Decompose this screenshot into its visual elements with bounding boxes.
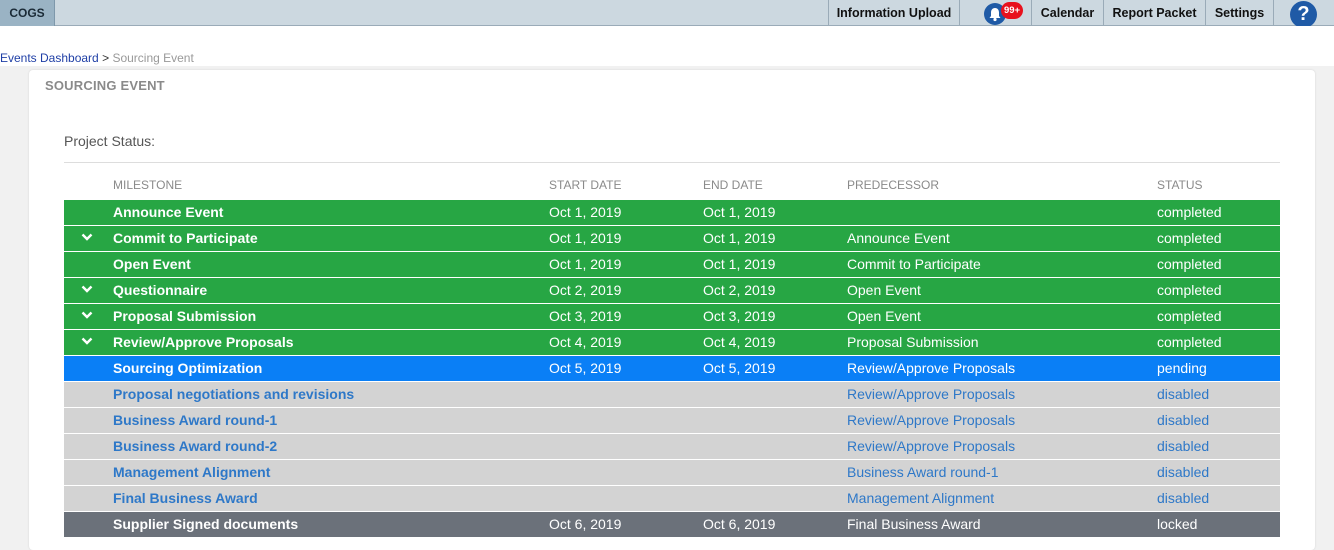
end-date-cell: Oct 2, 2019 bbox=[703, 282, 776, 298]
nav-settings[interactable]: Settings bbox=[1205, 0, 1273, 26]
table-row[interactable]: Sourcing Optimization Oct 5, 2019 Oct 5, 2… bbox=[64, 356, 1280, 382]
milestone-cell: Management Alignment bbox=[113, 464, 271, 480]
table-row[interactable]: Business Award round-2 Review/Approve Pro… bbox=[64, 434, 1280, 460]
notification-badge: 99+ bbox=[1001, 2, 1023, 19]
status-cell: completed bbox=[1157, 204, 1222, 220]
status-cell: completed bbox=[1157, 230, 1222, 246]
table-row[interactable]: Announce Event Oct 1, 2019 Oct 1, 2019 comp… bbox=[64, 200, 1280, 226]
end-date-cell: Oct 6, 2019 bbox=[703, 516, 776, 532]
predecessor-cell: Review/Approve Proposals bbox=[847, 386, 1016, 402]
breadcrumb-separator: > bbox=[102, 51, 110, 65]
divider bbox=[64, 162, 1280, 163]
milestone-cell: Sourcing Optimization bbox=[113, 360, 263, 376]
breadcrumb: Events Dashboard > Sourcing Event bbox=[0, 51, 194, 65]
start-date-cell: Oct 1, 2019 bbox=[549, 204, 622, 220]
predecessor-cell: Management Alignment bbox=[847, 490, 995, 506]
milestone-cell: Open Event bbox=[113, 256, 191, 272]
predecessor-cell: Business Award round-1 bbox=[847, 464, 999, 480]
table-row[interactable]: Questionnaire Oct 2, 2019 Oct 2, 2019 Open … bbox=[64, 278, 1280, 304]
breadcrumb-current: Sourcing Event bbox=[112, 51, 194, 65]
end-date-cell: Oct 1, 2019 bbox=[703, 204, 776, 220]
status-cell: disabled bbox=[1157, 464, 1210, 480]
predecessor-cell: Open Event bbox=[847, 308, 921, 324]
status-cell: disabled bbox=[1157, 412, 1210, 428]
end-date-cell: Oct 1, 2019 bbox=[703, 256, 776, 272]
table-row[interactable]: Proposal Submission Oct 3, 2019 Oct 3, 201… bbox=[64, 304, 1280, 330]
start-date-cell: Oct 3, 2019 bbox=[549, 308, 622, 324]
chevron-down-icon[interactable] bbox=[81, 232, 93, 242]
table-row[interactable]: Supplier Signed documents Oct 6, 2019 Oct … bbox=[64, 512, 1280, 538]
milestone-cell: Commit to Participate bbox=[113, 230, 258, 246]
header-predecessor: PREDECESSOR bbox=[847, 178, 940, 192]
milestone-cell: Questionnaire bbox=[113, 282, 208, 298]
status-cell: disabled bbox=[1157, 386, 1210, 402]
status-cell: disabled bbox=[1157, 438, 1210, 454]
start-date-cell: Oct 5, 2019 bbox=[549, 360, 622, 376]
predecessor-cell: Final Business Award bbox=[847, 516, 981, 532]
start-date-cell: Oct 4, 2019 bbox=[549, 334, 622, 350]
nav-report-packet[interactable]: Report Packet bbox=[1103, 0, 1205, 26]
predecessor-cell: Proposal Submission bbox=[847, 334, 979, 350]
milestone-cell: Proposal negotiations and revisions bbox=[113, 386, 355, 402]
table-row[interactable]: Review/Approve Proposals Oct 4, 2019 Oct 4… bbox=[64, 330, 1280, 356]
header-milestone: MILESTONE bbox=[113, 178, 183, 192]
help-icon[interactable]: ? bbox=[1290, 1, 1317, 28]
header-start-date: START DATE bbox=[549, 178, 622, 192]
top-bar: COGS Information Upload 99+ Calendar Rep… bbox=[0, 0, 1334, 28]
page-title: SOURCING EVENT bbox=[45, 78, 165, 93]
chevron-down-icon[interactable] bbox=[81, 310, 93, 320]
chevron-down-icon[interactable] bbox=[81, 336, 93, 346]
end-date-cell: Oct 5, 2019 bbox=[703, 360, 776, 376]
status-cell: completed bbox=[1157, 256, 1222, 272]
start-date-cell: Oct 1, 2019 bbox=[549, 230, 622, 246]
predecessor-cell: Open Event bbox=[847, 282, 921, 298]
status-cell: disabled bbox=[1157, 490, 1210, 506]
header-end-date: END DATE bbox=[703, 178, 763, 192]
milestone-cell: Final Business Award bbox=[113, 490, 258, 506]
table-row[interactable]: Management Alignment Business Award round… bbox=[64, 460, 1280, 486]
chevron-down-icon[interactable] bbox=[81, 284, 93, 294]
end-date-cell: Oct 1, 2019 bbox=[703, 230, 776, 246]
start-date-cell: Oct 2, 2019 bbox=[549, 282, 622, 298]
milestone-table: Announce Event Oct 1, 2019 Oct 1, 2019 comp… bbox=[64, 200, 1280, 538]
milestone-cell: Business Award round-2 bbox=[113, 438, 278, 454]
start-date-cell: Oct 1, 2019 bbox=[549, 256, 622, 272]
header-status: STATUS bbox=[1157, 178, 1203, 192]
status-cell: completed bbox=[1157, 282, 1222, 298]
end-date-cell: Oct 4, 2019 bbox=[703, 334, 776, 350]
end-date-cell: Oct 3, 2019 bbox=[703, 308, 776, 324]
table-row[interactable]: Final Business Award Management Alignment… bbox=[64, 486, 1280, 512]
project-status-label: Project Status: bbox=[64, 133, 156, 149]
milestone-cell: Announce Event bbox=[113, 204, 224, 220]
breadcrumb-bar bbox=[0, 26, 1334, 66]
status-cell: completed bbox=[1157, 334, 1222, 350]
predecessor-cell: Announce Event bbox=[847, 230, 950, 246]
start-date-cell: Oct 6, 2019 bbox=[549, 516, 622, 532]
milestone-cell: Review/Approve Proposals bbox=[113, 334, 294, 350]
table-header: MILESTONE START DATE END DATE PREDECESSO… bbox=[64, 175, 1280, 195]
nav-information-upload[interactable]: Information Upload bbox=[828, 0, 959, 26]
milestone-cell: Business Award round-1 bbox=[113, 412, 278, 428]
predecessor-cell: Review/Approve Proposals bbox=[847, 360, 1016, 376]
predecessor-cell: Review/Approve Proposals bbox=[847, 438, 1016, 454]
app-brand-button[interactable]: COGS bbox=[0, 0, 55, 26]
predecessor-cell: Commit to Participate bbox=[847, 256, 981, 272]
breadcrumb-events-dashboard[interactable]: Events Dashboard bbox=[0, 51, 99, 65]
table-row[interactable]: Commit to Participate Oct 1, 2019 Oct 1, 2… bbox=[64, 226, 1280, 252]
milestone-cell: Proposal Submission bbox=[113, 308, 257, 324]
status-cell: completed bbox=[1157, 308, 1222, 324]
table-row[interactable]: Open Event Oct 1, 2019 Oct 1, 2019 Commit t… bbox=[64, 252, 1280, 278]
table-row[interactable]: Business Award round-1 Review/Approve Pro… bbox=[64, 408, 1280, 434]
predecessor-cell: Review/Approve Proposals bbox=[847, 412, 1016, 428]
status-cell: pending bbox=[1157, 360, 1207, 376]
nav-calendar[interactable]: Calendar bbox=[1031, 0, 1103, 26]
milestone-cell: Supplier Signed documents bbox=[113, 516, 299, 532]
status-cell: locked bbox=[1157, 516, 1198, 532]
table-row[interactable]: Proposal negotiations and revisions Revie… bbox=[64, 382, 1280, 408]
